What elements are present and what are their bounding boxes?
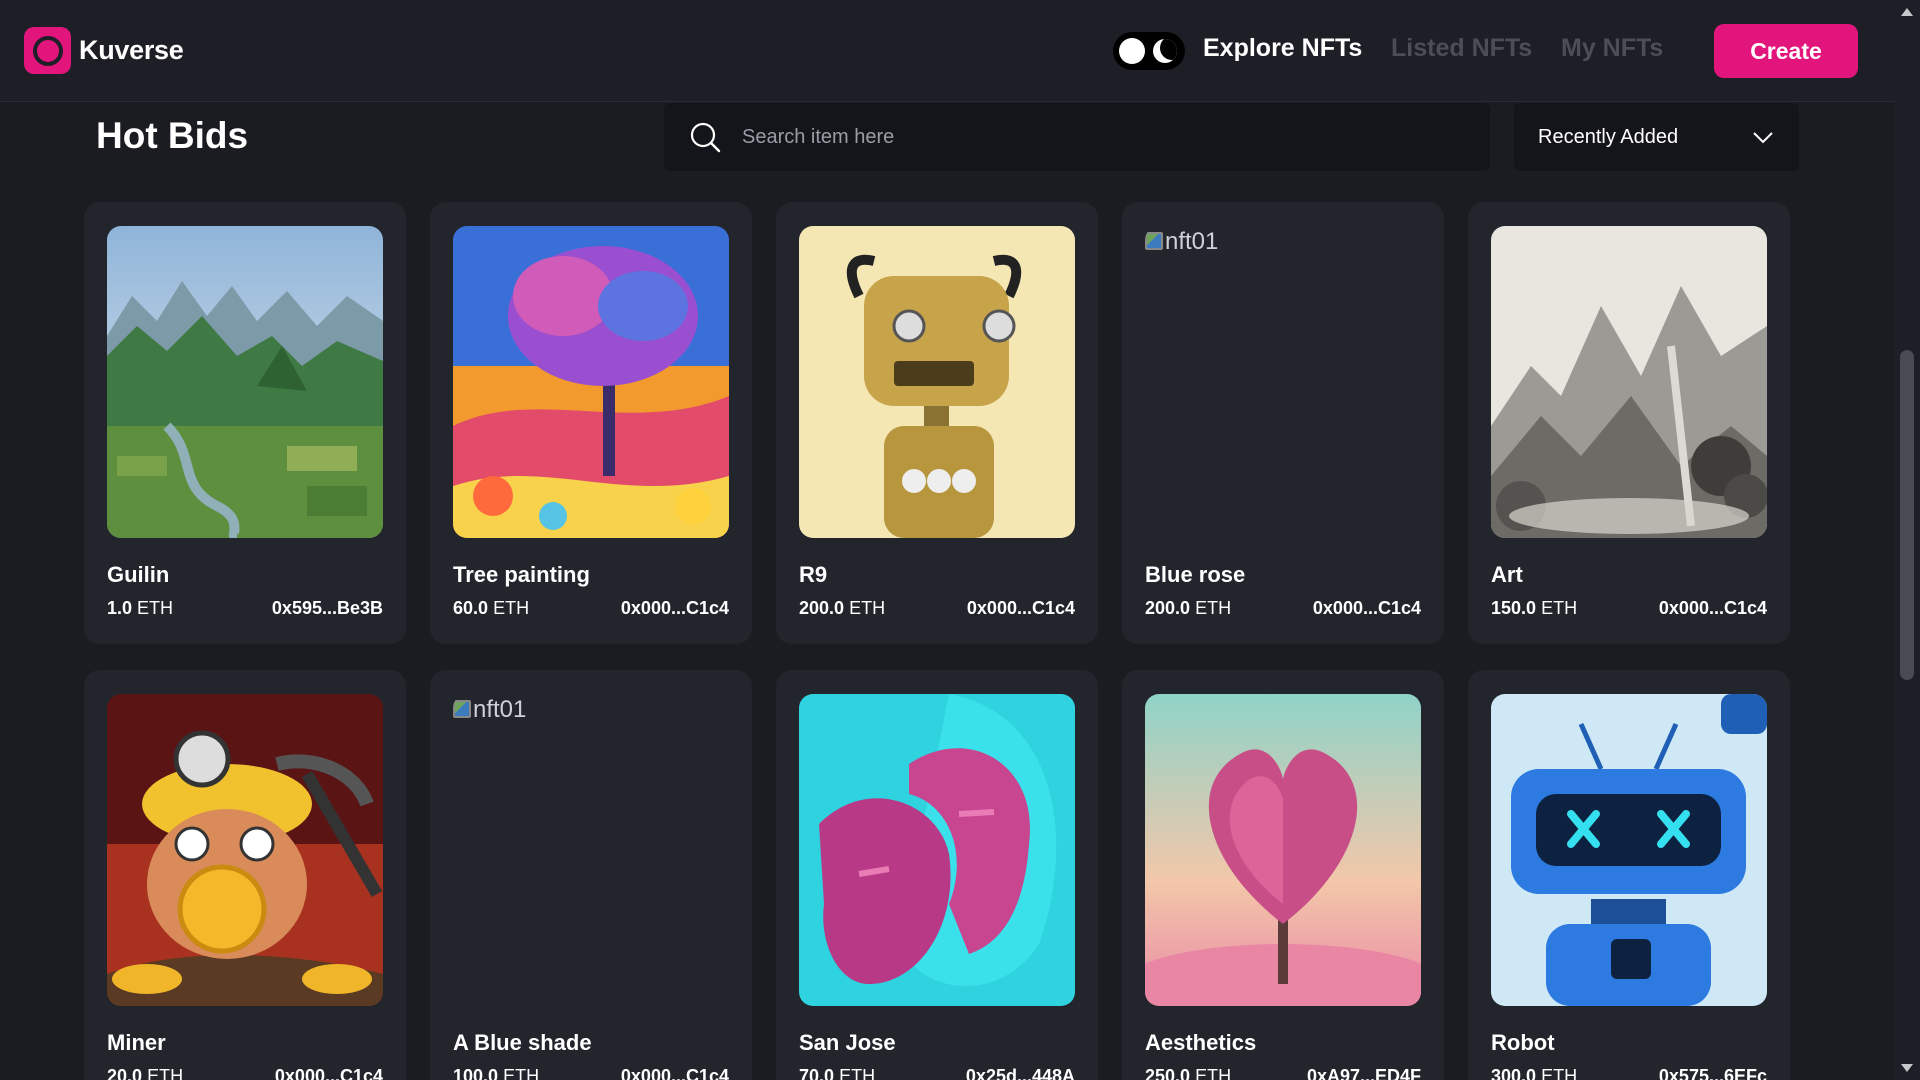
nft-card[interactable]: R9 200.0 ETH 0x000...C1c4 bbox=[776, 202, 1098, 644]
kuverse-logo-icon bbox=[24, 27, 71, 74]
nft-owner-address: 0x595...Be3B bbox=[271, 598, 383, 618]
scrollbar-thumb[interactable] bbox=[1900, 350, 1914, 680]
nft-owner-address: 0xA97...ED4F bbox=[1306, 1066, 1421, 1080]
nav-explore-nfts[interactable]: Explore NFTs bbox=[1203, 34, 1362, 63]
nft-image-r9[interactable] bbox=[799, 226, 1075, 538]
nft-owner-address: 0x000...C1c4 bbox=[620, 1066, 729, 1080]
nft-price: 250.0 ETH bbox=[1145, 1066, 1232, 1080]
sort-dropdown[interactable]: Recently Added bbox=[1514, 103, 1799, 171]
nft-owner-address: 0x000...C1c4 bbox=[620, 598, 729, 618]
brand-name: Kuverse bbox=[79, 35, 184, 65]
nft-price: 200.0 ETH bbox=[1145, 598, 1232, 618]
nft-meta: 70.0 ETH 0x25d...448A bbox=[799, 1066, 1075, 1080]
nav-my-nfts[interactable]: My NFTs bbox=[1561, 34, 1663, 63]
nft-price: 70.0 ETH bbox=[799, 1066, 876, 1080]
nft-meta: 250.0 ETH 0xA97...ED4F bbox=[1145, 1066, 1421, 1080]
search-icon bbox=[690, 122, 721, 153]
nft-card[interactable]: Art 150.0 ETH 0x000...C1c4 bbox=[1468, 202, 1790, 644]
nft-title: A Blue shade bbox=[453, 1030, 592, 1055]
nft-title: Tree painting bbox=[453, 562, 590, 587]
nft-title: Miner bbox=[107, 1030, 166, 1055]
nft-price: 1.0 ETH bbox=[107, 598, 174, 618]
image-alt-text: nft01 bbox=[1165, 228, 1219, 255]
broken-image-icon bbox=[453, 700, 471, 718]
nft-meta: 60.0 ETH 0x000...C1c4 bbox=[453, 598, 729, 619]
moon-icon bbox=[1153, 39, 1177, 63]
nft-grid: Guilin 1.0 ETH 0x595...Be3B Tree paintin… bbox=[84, 202, 1794, 1080]
sort-selected-value: Recently Added bbox=[1538, 125, 1679, 148]
chevron-down-icon bbox=[1753, 132, 1773, 144]
nft-image-san-jose[interactable] bbox=[799, 694, 1075, 1006]
nft-image-broken[interactable]: nft01 bbox=[453, 694, 729, 1006]
nft-title: Blue rose bbox=[1145, 562, 1246, 587]
nft-price: 100.0 ETH bbox=[453, 1066, 540, 1080]
nft-card[interactable]: nft01 Blue rose 200.0 ETH 0x000...C1c4 bbox=[1122, 202, 1444, 644]
nft-meta: 300.0 ETH 0x575...6EFc bbox=[1491, 1066, 1767, 1080]
nft-meta: 1.0 ETH 0x595...Be3B bbox=[107, 598, 383, 619]
nft-image-miner[interactable] bbox=[107, 694, 383, 1006]
nft-card[interactable]: Aesthetics 250.0 ETH 0xA97...ED4F bbox=[1122, 670, 1444, 1080]
nft-meta: 20.0 ETH 0x000...C1c4 bbox=[107, 1066, 383, 1080]
scroll-down-arrow-icon[interactable] bbox=[1901, 1064, 1913, 1072]
nft-meta: 150.0 ETH 0x000...C1c4 bbox=[1491, 598, 1767, 619]
nft-price: 20.0 ETH bbox=[107, 1066, 184, 1080]
top-navbar: Kuverse Explore NFTs Listed NFTs My NFTs… bbox=[0, 0, 1895, 102]
nft-image-aesthetics[interactable] bbox=[1145, 694, 1421, 1006]
nft-image-art[interactable] bbox=[1491, 226, 1767, 538]
nft-title: Robot bbox=[1491, 1030, 1555, 1055]
nft-card[interactable]: Robot 300.0 ETH 0x575...6EFc bbox=[1468, 670, 1790, 1080]
nft-owner-address: 0x000...C1c4 bbox=[1312, 598, 1421, 618]
nft-price: 300.0 ETH bbox=[1491, 1066, 1578, 1080]
nft-meta: 200.0 ETH 0x000...C1c4 bbox=[1145, 598, 1421, 619]
nft-image-robot[interactable] bbox=[1491, 694, 1767, 1006]
page-scrollbar[interactable] bbox=[1895, 0, 1920, 1080]
nft-card[interactable]: Tree painting 60.0 ETH 0x000...C1c4 bbox=[430, 202, 752, 644]
nft-image-guilin[interactable] bbox=[107, 226, 383, 538]
nft-card[interactable]: Miner 20.0 ETH 0x000...C1c4 bbox=[84, 670, 406, 1080]
sun-icon bbox=[1119, 38, 1145, 64]
theme-toggle[interactable] bbox=[1113, 32, 1185, 70]
nft-card[interactable]: Guilin 1.0 ETH 0x595...Be3B bbox=[84, 202, 406, 644]
create-button[interactable]: Create bbox=[1714, 24, 1858, 78]
nft-meta: 200.0 ETH 0x000...C1c4 bbox=[799, 598, 1075, 619]
nft-title: Art bbox=[1491, 562, 1523, 587]
search-input[interactable] bbox=[742, 125, 1442, 149]
nft-price: 200.0 ETH bbox=[799, 598, 886, 618]
nft-card[interactable]: nft01 A Blue shade 100.0 ETH 0x000...C1c… bbox=[430, 670, 752, 1080]
nft-title: Guilin bbox=[107, 562, 170, 587]
nft-owner-address: 0x000...C1c4 bbox=[1658, 598, 1767, 618]
nft-card[interactable]: San Jose 70.0 ETH 0x25d...448A bbox=[776, 670, 1098, 1080]
nav-listed-nfts[interactable]: Listed NFTs bbox=[1391, 34, 1532, 63]
nft-image-tree-painting[interactable] bbox=[453, 226, 729, 538]
image-alt-text: nft01 bbox=[473, 696, 527, 723]
page-title: Hot Bids bbox=[96, 115, 249, 156]
nft-title: R9 bbox=[799, 562, 828, 587]
scroll-up-arrow-icon[interactable] bbox=[1901, 8, 1913, 16]
nft-price: 150.0 ETH bbox=[1491, 598, 1578, 618]
nft-owner-address: 0x575...6EFc bbox=[1658, 1066, 1767, 1080]
nft-title: Aesthetics bbox=[1145, 1030, 1257, 1055]
nft-price: 60.0 ETH bbox=[453, 598, 530, 618]
brand-logo[interactable]: Kuverse bbox=[24, 27, 184, 74]
nft-owner-address: 0x000...C1c4 bbox=[274, 1066, 383, 1080]
search-box bbox=[664, 103, 1490, 171]
broken-image-icon bbox=[1145, 232, 1163, 250]
nft-meta: 100.0 ETH 0x000...C1c4 bbox=[453, 1066, 729, 1080]
nft-owner-address: 0x25d...448A bbox=[965, 1066, 1075, 1080]
nft-title: San Jose bbox=[799, 1030, 896, 1055]
nft-image-broken[interactable]: nft01 bbox=[1145, 226, 1421, 538]
nft-owner-address: 0x000...C1c4 bbox=[966, 598, 1075, 618]
